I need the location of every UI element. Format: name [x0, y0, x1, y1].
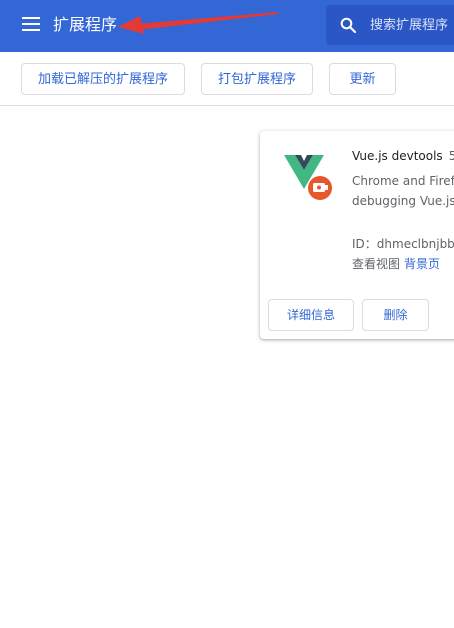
developer-toolbar: 加载已解压的扩展程序 打包扩展程序 更新	[0, 52, 454, 106]
pack-extension-button[interactable]: 打包扩展程序	[201, 63, 313, 95]
extension-card: Vue.js devtools 5 Chrome and Firefo debug…	[260, 131, 454, 339]
details-button[interactable]: 详细信息	[268, 299, 354, 331]
extension-name-text: Vue.js devtools	[352, 149, 443, 163]
update-button[interactable]: 更新	[329, 63, 396, 95]
extension-description-line: Chrome and Firefo	[352, 174, 454, 188]
background-page-link[interactable]: 背景页	[404, 257, 440, 271]
red-arrow-annotation	[118, 12, 278, 34]
load-unpacked-button[interactable]: 加载已解压的扩展程序	[21, 63, 185, 95]
extension-name: Vue.js devtools 5	[352, 149, 454, 163]
page-title: 扩展程序	[53, 15, 118, 34]
header-bar: 扩展程序	[0, 0, 454, 52]
extension-id: ID：dhmeclbnjbbl	[352, 237, 454, 251]
extension-description: Chrome and Firefo debugging Vue.js	[352, 171, 454, 211]
extension-version: 5	[448, 149, 454, 163]
search-icon	[340, 17, 356, 33]
inspect-views: 查看视图 背景页	[352, 255, 440, 272]
remove-button[interactable]: 删除	[362, 299, 429, 331]
search-box[interactable]	[326, 5, 454, 45]
extension-description-line: debugging Vue.js	[352, 194, 454, 208]
hamburger-menu-icon[interactable]	[22, 17, 40, 31]
search-input[interactable]	[370, 15, 454, 35]
inspect-views-label: 查看视图	[352, 257, 401, 271]
extensions-page: 扩展程序 加载已解压的扩展程序 打包扩展程序 更新 Vue	[0, 0, 454, 628]
vue-devtools-icon	[284, 155, 332, 200]
